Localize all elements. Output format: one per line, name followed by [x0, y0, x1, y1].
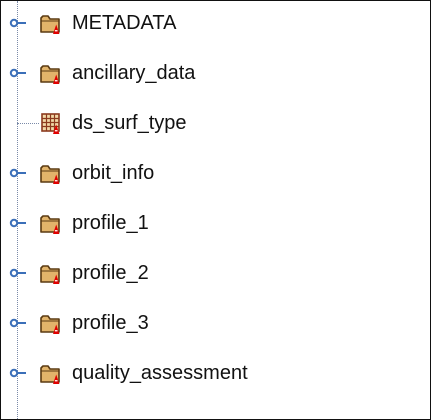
tree-node-ancillary-data[interactable]: ancillary_data [1, 55, 421, 91]
expand-handle-icon[interactable] [9, 366, 27, 380]
tree-node-profile-1[interactable]: profile_1 [1, 205, 421, 241]
tree-node-label: ds_surf_type [72, 112, 187, 134]
tree-node-orbit-info[interactable]: orbit_info [1, 155, 421, 191]
folder-group-icon [40, 65, 60, 84]
expand-handle-icon[interactable] [9, 216, 27, 230]
tree-node-label: profile_3 [72, 312, 149, 334]
tree-node-ds-surf-type[interactable]: ds_surf_type [1, 105, 421, 141]
folder-group-icon [40, 365, 60, 384]
tree-node-profile-3[interactable]: profile_3 [1, 305, 421, 341]
expand-handle-icon[interactable] [9, 266, 27, 280]
tree-connector [17, 123, 39, 124]
expand-handle-icon[interactable] [9, 316, 27, 330]
tree-node-label: profile_1 [72, 212, 149, 234]
folder-group-icon [40, 315, 60, 334]
tree-node-label: quality_assessment [72, 362, 248, 384]
hdf-tree-panel: METADATA ancillary_data ds_surf_type orb… [0, 0, 431, 420]
folder-group-icon [40, 215, 60, 234]
expand-handle-icon[interactable] [9, 66, 27, 80]
tree-node-label: METADATA [72, 12, 177, 34]
tree-node-label: profile_2 [72, 262, 149, 284]
folder-group-icon [40, 165, 60, 184]
folder-group-icon [40, 265, 60, 284]
expand-handle-icon[interactable] [9, 16, 27, 30]
tree-node-quality-assessment[interactable]: quality_assessment [1, 355, 421, 391]
dataset-grid-icon [41, 113, 60, 134]
tree-node-label: ancillary_data [72, 62, 196, 84]
tree-node-metadata[interactable]: METADATA [1, 5, 421, 41]
tree-node-profile-2[interactable]: profile_2 [1, 255, 421, 291]
folder-group-icon [40, 15, 60, 34]
expand-handle-icon[interactable] [9, 166, 27, 180]
tree-node-label: orbit_info [72, 162, 155, 184]
